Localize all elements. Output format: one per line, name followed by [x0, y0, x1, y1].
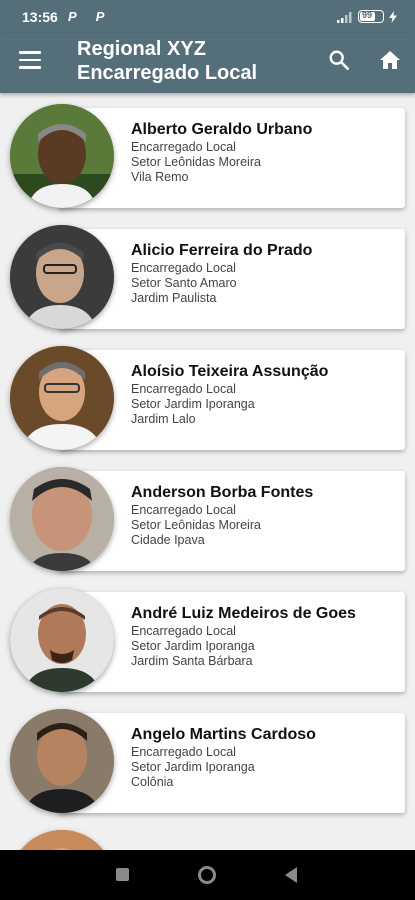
- person-sector: Setor Jardim Iporanga: [131, 639, 255, 653]
- nav-back-icon[interactable]: [285, 867, 297, 883]
- person-name: Aloísio Teixeira Assunção: [131, 363, 329, 380]
- people-list: Alberto Geraldo Urbano Encarregado Local…: [0, 93, 415, 850]
- person-sector: Setor Leônidas Moreira: [131, 518, 261, 532]
- nav-recents-icon[interactable]: [116, 868, 129, 881]
- nav-home-icon[interactable]: [198, 866, 216, 884]
- page-title: Regional XYZ Encarregado Local: [77, 37, 257, 85]
- person-role: Encarregado Local: [131, 624, 236, 638]
- person-name: Anderson Borba Fontes: [131, 484, 314, 501]
- title-line-2: Encarregado Local: [77, 62, 258, 84]
- person-info: Alberto Geraldo Urbano Encarregado Local…: [131, 120, 312, 185]
- charging-icon: [389, 10, 397, 23]
- battery-level: 99: [362, 10, 373, 20]
- list-item[interactable]: Alberto Geraldo Urbano Encarregado Local…: [10, 104, 405, 208]
- notification-icons: P P: [68, 9, 113, 24]
- person-name: André Luiz Medeiros de Goes: [131, 605, 356, 622]
- person-role: Encarregado Local: [131, 745, 236, 759]
- list-item[interactable]: Alicio Ferreira do Prado Encarregado Loc…: [10, 225, 405, 329]
- title-line-1: Regional XYZ: [77, 38, 206, 60]
- person-sector: Setor Jardim Iporanga: [131, 397, 255, 411]
- list-item[interactable]: Angelo Martins Cardoso Encarregado Local…: [10, 709, 405, 813]
- person-area: Jardim Lalo: [131, 412, 196, 426]
- list-item[interactable]: Aloísio Teixeira Assunção Encarregado Lo…: [10, 346, 405, 450]
- avatar: [10, 104, 114, 208]
- search-icon[interactable]: [328, 49, 350, 71]
- person-role: Encarregado Local: [131, 382, 236, 396]
- avatar: [10, 588, 114, 692]
- person-area: Cidade Ipava: [131, 533, 205, 547]
- person-sector: Setor Leônidas Moreira: [131, 155, 261, 169]
- person-area: Colônia: [131, 775, 174, 789]
- person-role: Encarregado Local: [131, 503, 236, 517]
- person-role: Encarregado Local: [131, 261, 236, 275]
- person-info: Alicio Ferreira do Prado Encarregado Loc…: [131, 241, 312, 306]
- person-info: André Luiz Medeiros de Goes Encarregado …: [131, 604, 356, 669]
- person-info: Angelo Martins Cardoso Encarregado Local…: [131, 725, 316, 790]
- list-item[interactable]: [10, 830, 405, 850]
- list-item[interactable]: Anderson Borba Fontes Encarregado Local …: [10, 467, 405, 571]
- avatar: [10, 830, 114, 850]
- avatar: [10, 467, 114, 571]
- status-right: 99: [337, 10, 397, 23]
- person-name: Alicio Ferreira do Prado: [131, 242, 313, 259]
- app-bar: Regional XYZ Encarregado Local: [0, 33, 415, 93]
- person-name: Angelo Martins Cardoso: [131, 726, 316, 743]
- avatar: [10, 346, 114, 450]
- person-area: Jardim Santa Bárbara: [131, 654, 253, 668]
- status-time: 13:56: [22, 9, 58, 25]
- person-name: Alberto Geraldo Urbano: [131, 121, 313, 138]
- avatar: [10, 225, 114, 329]
- person-area: Vila Remo: [131, 170, 189, 184]
- menu-icon[interactable]: [19, 51, 41, 69]
- person-role: Encarregado Local: [131, 140, 236, 154]
- battery-icon: 99: [358, 10, 384, 23]
- person-info: Aloísio Teixeira Assunção Encarregado Lo…: [131, 362, 328, 427]
- list-item[interactable]: André Luiz Medeiros de Goes Encarregado …: [10, 588, 405, 692]
- system-nav-bar: [0, 850, 415, 900]
- status-bar: 13:56 P P 99: [0, 0, 415, 33]
- person-info: Anderson Borba Fontes Encarregado Local …: [131, 483, 313, 548]
- person-sector: Setor Jardim Iporanga: [131, 760, 255, 774]
- person-sector: Setor Santo Amaro: [131, 276, 237, 290]
- home-icon[interactable]: [378, 48, 402, 72]
- person-area: Jardim Paulista: [131, 291, 217, 305]
- avatar: [10, 709, 114, 813]
- signal-icon: [337, 11, 352, 23]
